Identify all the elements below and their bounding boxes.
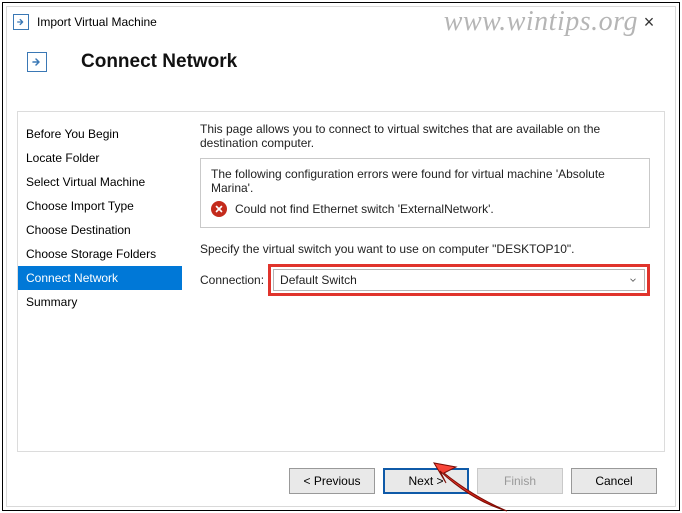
previous-button[interactable]: < Previous [289, 468, 375, 494]
titlebar: Import Virtual Machine × [7, 7, 675, 37]
chevron-down-icon [628, 275, 638, 285]
step-locate-folder[interactable]: Locate Folder [18, 146, 182, 170]
error-detail: Could not find Ethernet switch 'External… [235, 202, 494, 216]
error-line: Could not find Ethernet switch 'External… [211, 201, 639, 217]
connection-row: Connection: Default Switch [200, 264, 650, 296]
dialog-window: Import Virtual Machine × Connect Network… [6, 6, 676, 507]
import-vm-icon [13, 14, 29, 30]
wizard-body: Before You Begin Locate Folder Select Vi… [17, 111, 665, 452]
window-title: Import Virtual Machine [37, 15, 157, 29]
close-button[interactable]: × [629, 7, 669, 37]
highlight-box: Default Switch [268, 264, 650, 296]
connection-dropdown[interactable]: Default Switch [273, 269, 645, 291]
next-button[interactable]: Next > [383, 468, 469, 494]
page-title: Connect Network [81, 51, 237, 73]
step-choose-import-type[interactable]: Choose Import Type [18, 194, 182, 218]
error-box: The following configuration errors were … [200, 158, 650, 228]
intro-text: This page allows you to connect to virtu… [200, 122, 650, 150]
wizard-footer: < Previous Next > Finish Cancel [289, 468, 657, 494]
page-header: Connect Network [7, 37, 675, 95]
wizard-steps-sidebar: Before You Begin Locate Folder Select Vi… [18, 112, 182, 451]
step-connect-network[interactable]: Connect Network [18, 266, 182, 290]
connection-label: Connection: [200, 273, 264, 287]
error-heading: The following configuration errors were … [211, 167, 639, 195]
step-select-vm[interactable]: Select Virtual Machine [18, 170, 182, 194]
finish-button: Finish [477, 468, 563, 494]
specify-text: Specify the virtual switch you want to u… [200, 242, 650, 256]
step-summary[interactable]: Summary [18, 290, 182, 314]
step-choose-destination[interactable]: Choose Destination [18, 218, 182, 242]
step-choose-storage[interactable]: Choose Storage Folders [18, 242, 182, 266]
error-icon [211, 201, 227, 217]
cancel-button[interactable]: Cancel [571, 468, 657, 494]
step-before-you-begin[interactable]: Before You Begin [18, 122, 182, 146]
page-icon [27, 52, 47, 72]
connection-value: Default Switch [280, 273, 357, 287]
wizard-content: This page allows you to connect to virtu… [182, 112, 664, 451]
